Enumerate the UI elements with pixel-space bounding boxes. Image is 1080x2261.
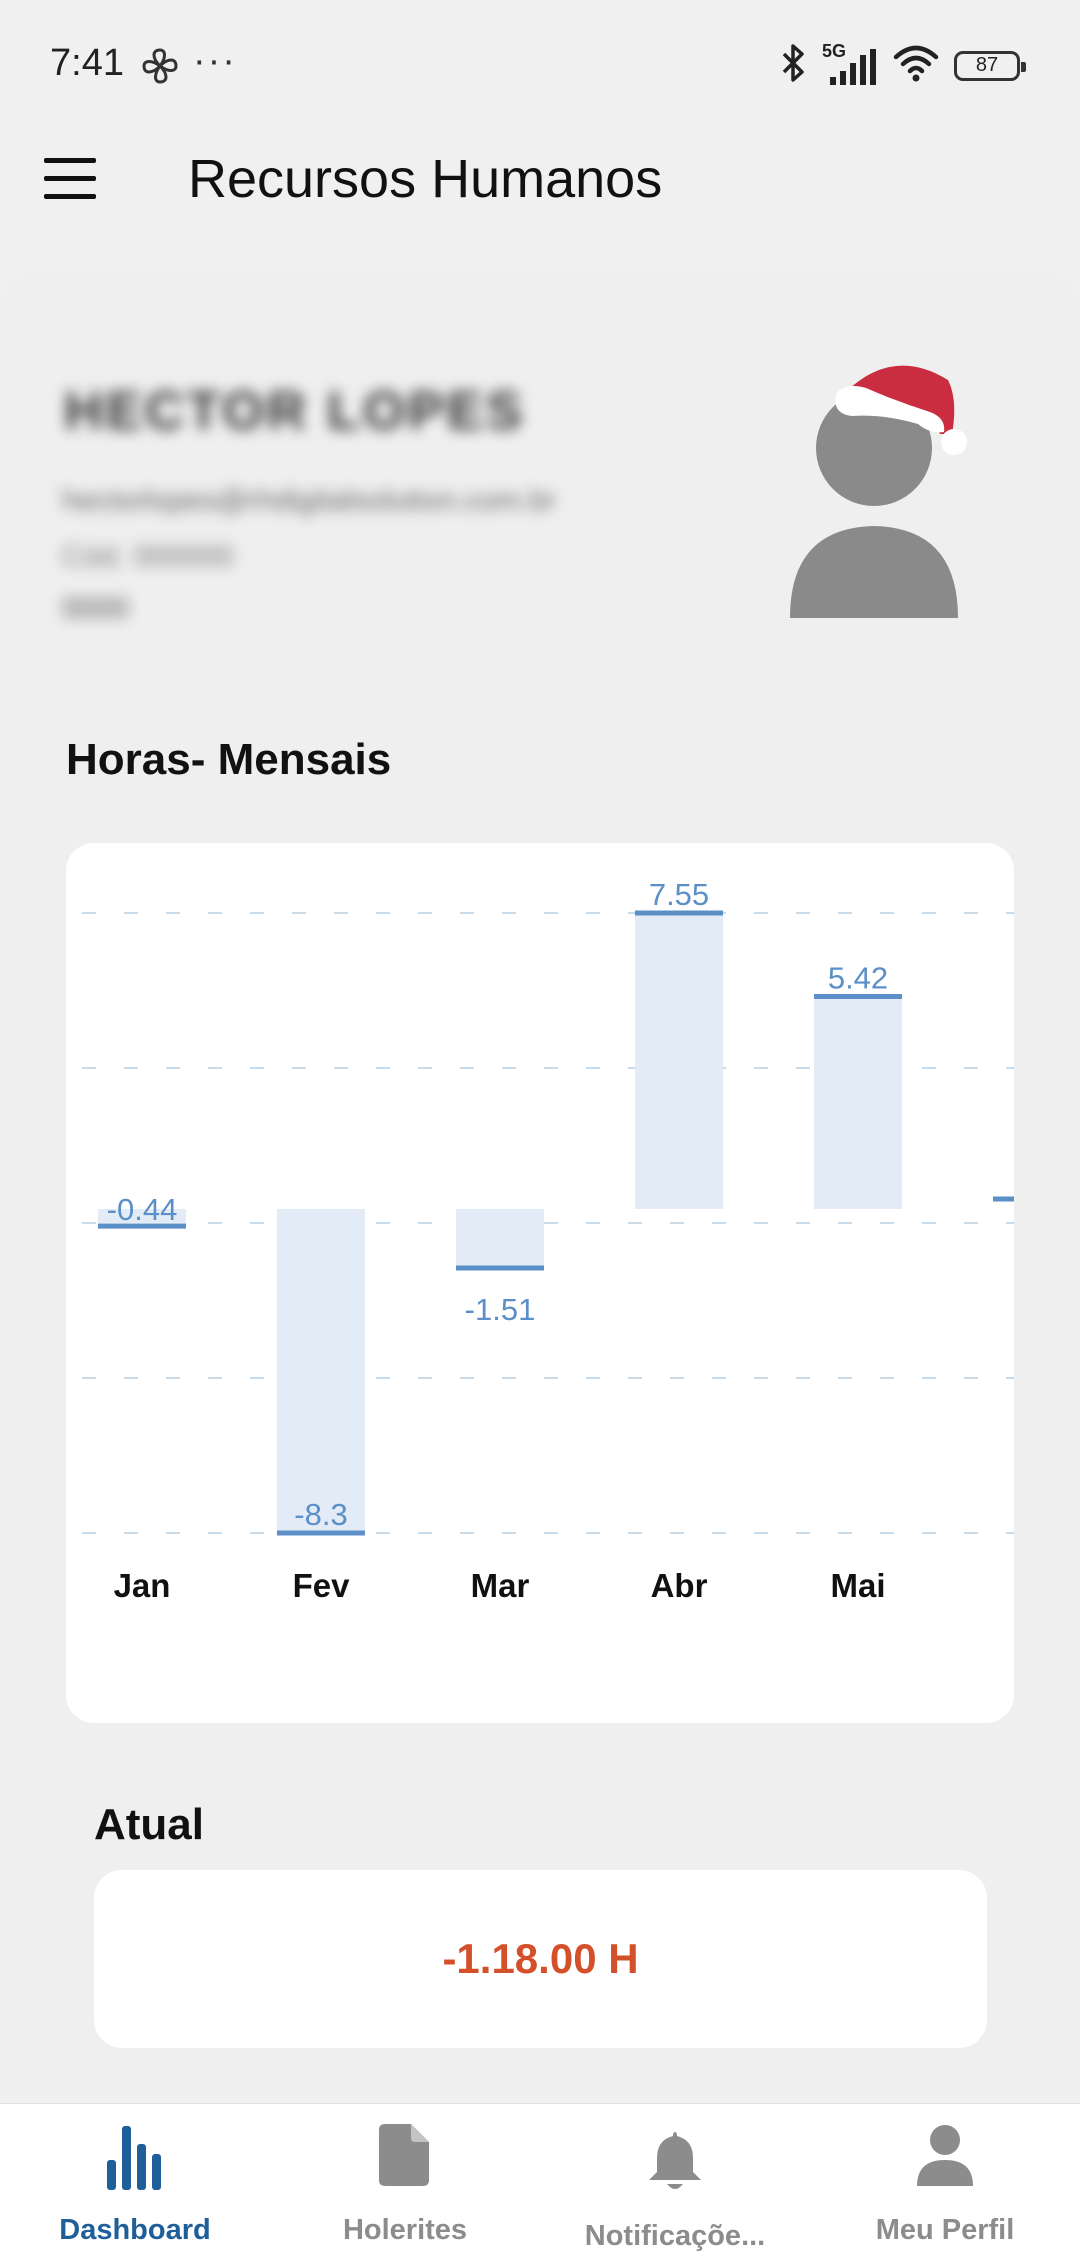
x-tick-label: Fev	[293, 1567, 351, 1604]
battery-icon: 87	[954, 50, 1026, 81]
nav-meu-perfil[interactable]: Meu Perfil	[810, 2104, 1080, 2261]
profile-name: HECTOR LOPES	[64, 381, 526, 441]
nav-holerites[interactable]: Holerites	[270, 2104, 540, 2261]
wifi-icon	[892, 43, 940, 88]
bar-chart: -0.44Jan-8.3Fev-1.51Mar7.55Abr5.42MaiJ	[82, 877, 1014, 1604]
bar-data-label: 7.55	[649, 877, 709, 912]
nav-dashboard[interactable]: Dashboard	[0, 2104, 270, 2261]
profile-email: hectorlopes@rhdigitalsolution.com.br	[62, 484, 557, 517]
current-balance-value: -1.18.00 H	[442, 1935, 639, 1982]
hamburger-icon[interactable]	[44, 158, 96, 200]
app-title: Recursos Humanos	[188, 149, 663, 209]
x-tick-label: Jan	[114, 1567, 171, 1604]
more-notifications-icon: ···	[193, 40, 237, 82]
bluetooth-icon	[778, 42, 808, 89]
nav-notificacoes[interactable]: Notificaçõe...	[540, 2104, 810, 2261]
nav-holerites-label: Holerites	[342, 2214, 468, 2246]
person-icon	[917, 2124, 973, 2191]
current-card: -1.18.00 H	[94, 1870, 987, 2048]
nav-meu-perfil-label: Meu Perfil	[875, 2214, 1015, 2246]
status-time: 7:41	[50, 42, 124, 84]
bar-chart-icon	[105, 2124, 165, 2195]
x-tick-label: Mai	[830, 1567, 885, 1604]
chart-card: -0.44Jan-8.3Fev-1.51Mar7.55Abr5.42MaiJ	[66, 843, 1014, 1723]
bar-data-label: -8.3	[294, 1497, 347, 1532]
person-with-santa-hat-icon[interactable]	[780, 350, 970, 620]
bar-mar	[456, 1209, 544, 1268]
profile-code: Cód. 000000	[62, 540, 234, 573]
bar-mai	[814, 996, 902, 1209]
bottom-navigation: Dashboard Holerites Notificaçõe... Meu P…	[0, 2103, 1080, 2261]
bar-data-label: -0.44	[107, 1192, 178, 1227]
fan-icon	[140, 46, 180, 91]
bar-data-label: -1.51	[465, 1292, 536, 1327]
x-tick-label: Mar	[471, 1567, 530, 1604]
bar-abr	[635, 913, 723, 1209]
nav-dashboard-label: Dashboard	[59, 2214, 211, 2246]
bar-data-label: 5.42	[828, 961, 888, 996]
status-bar: 7:41 ··· 5G 87	[0, 0, 1080, 130]
bar-fev	[277, 1209, 365, 1533]
signal-icon: 5G	[822, 41, 878, 87]
app-bar: Recursos Humanos	[0, 130, 1080, 230]
battery-level: 87	[975, 54, 999, 76]
nav-notificacoes-label: Notificaçõe...	[584, 2220, 766, 2252]
chart-title: Horas- Mensais	[66, 735, 392, 784]
current-title: Atual	[94, 1800, 204, 1849]
x-tick-label: Abr	[651, 1567, 708, 1604]
document-icon	[379, 2124, 431, 2191]
profile-detail: 0000	[62, 592, 129, 625]
bell-icon	[647, 2128, 703, 2197]
